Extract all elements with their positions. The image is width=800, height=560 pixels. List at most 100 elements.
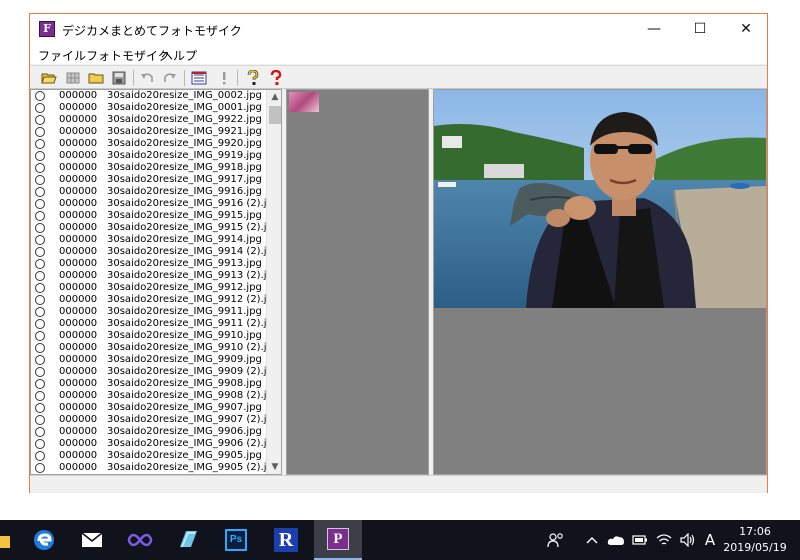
radio-button[interactable]: [35, 271, 45, 281]
radio-button[interactable]: [35, 259, 45, 269]
list-item[interactable]: 000000 30saido20resize_IMG_9908.jpg: [31, 378, 267, 390]
volume-icon[interactable]: [678, 520, 698, 560]
radio-button[interactable]: [35, 151, 45, 161]
radio-button[interactable]: [35, 367, 45, 377]
title-bar[interactable]: F デジカメまとめてフォトモザイク — ☐ ✕: [30, 14, 767, 44]
context-help-icon[interactable]: [267, 69, 285, 87]
infinity-app-icon[interactable]: [116, 520, 164, 560]
minimize-button[interactable]: —: [631, 14, 677, 44]
list-item[interactable]: 000000 30saido20resize_IMG_9914 (2).jpg: [31, 246, 267, 258]
wifi-icon[interactable]: [654, 520, 674, 560]
photoshop-app-icon[interactable]: Ps: [212, 520, 260, 560]
list-item[interactable]: 000000 30saido20resize_IMG_9920.jpg: [31, 138, 267, 150]
radio-button[interactable]: [35, 415, 45, 425]
notes-app-icon[interactable]: [164, 520, 212, 560]
radio-button[interactable]: [35, 103, 45, 113]
open-folder-icon[interactable]: [40, 69, 58, 87]
list-item[interactable]: 000000 30saido20resize_IMG_9910.jpg: [31, 330, 267, 342]
radio-button[interactable]: [35, 379, 45, 389]
list-item[interactable]: 000000 30saido20resize_IMG_9906 (2).jpg: [31, 438, 267, 450]
help-icon[interactable]: [244, 69, 262, 87]
list-item[interactable]: 000000 30saido20resize_IMG_9908 (2).jpg: [31, 390, 267, 402]
radio-button[interactable]: [35, 295, 45, 305]
radio-button[interactable]: [35, 115, 45, 125]
radio-button[interactable]: [35, 427, 45, 437]
radio-button[interactable]: [35, 199, 45, 209]
radio-button[interactable]: [35, 163, 45, 173]
folder-icon[interactable]: [87, 69, 105, 87]
save-icon[interactable]: [110, 69, 128, 87]
thumbnail-image[interactable]: [289, 92, 319, 112]
scroll-thumb[interactable]: [269, 106, 281, 124]
radio-button[interactable]: [35, 331, 45, 341]
radio-button[interactable]: [35, 451, 45, 461]
list-item[interactable]: 000000 30saido20resize_IMG_9911.jpg: [31, 306, 267, 318]
radio-button[interactable]: [35, 187, 45, 197]
list-item[interactable]: 000000 30saido20resize_IMG_9907 (2).jpg: [31, 414, 267, 426]
edge-app-icon[interactable]: [20, 520, 68, 560]
menu-photomosaic[interactable]: フォトモザイク: [86, 47, 170, 64]
radio-button[interactable]: [35, 91, 45, 101]
radio-button[interactable]: [35, 211, 45, 221]
radio-button[interactable]: [35, 463, 45, 473]
list-item[interactable]: 000000 30saido20resize_IMG_9907.jpg: [31, 402, 267, 414]
list-item[interactable]: 000000 30saido20resize_IMG_9916 (2).jpg: [31, 198, 267, 210]
list-item[interactable]: 000000 30saido20resize_IMG_9912 (2).jpg: [31, 294, 267, 306]
list-item[interactable]: 000000 30saido20resize_IMG_9919.jpg: [31, 150, 267, 162]
mail-app-icon[interactable]: [68, 520, 116, 560]
scroll-up-button[interactable]: ▲: [267, 90, 281, 104]
radio-button[interactable]: [35, 223, 45, 233]
vertical-scrollbar[interactable]: ▲ ▼: [266, 90, 281, 474]
chevron-up-icon[interactable]: [582, 520, 602, 560]
list-item[interactable]: 000000 30saido20resize_IMG_9914.jpg: [31, 234, 267, 246]
list-item[interactable]: 000000 30saido20resize_IMG_9910 (2).jpg: [31, 342, 267, 354]
list-item[interactable]: 000000 30saido20resize_IMG_0002.jpg: [31, 90, 267, 102]
list-item[interactable]: 000000 30saido20resize_IMG_9912.jpg: [31, 282, 267, 294]
close-button[interactable]: ✕: [723, 14, 769, 44]
menu-file[interactable]: ファイル: [38, 47, 86, 64]
radio-button[interactable]: [35, 319, 45, 329]
list-item[interactable]: 000000 30saido20resize_IMG_9909.jpg: [31, 354, 267, 366]
radio-button[interactable]: [35, 283, 45, 293]
radio-button[interactable]: [35, 355, 45, 365]
radio-button[interactable]: [35, 175, 45, 185]
list-item[interactable]: 000000 30saido20resize_IMG_9915.jpg: [31, 210, 267, 222]
list-item[interactable]: 000000 30saido20resize_IMG_9913 (2).jpg: [31, 270, 267, 282]
battery-icon[interactable]: [630, 520, 650, 560]
redo-icon[interactable]: [161, 69, 179, 87]
radio-button[interactable]: [35, 391, 45, 401]
list-item[interactable]: 000000 30saido20resize_IMG_9921.jpg: [31, 126, 267, 138]
radio-button[interactable]: [35, 307, 45, 317]
photomosaic-app-icon[interactable]: P: [314, 520, 362, 560]
onedrive-icon[interactable]: [606, 520, 626, 560]
radio-button[interactable]: [35, 127, 45, 137]
taskbar-clock[interactable]: 17:06 2019/05/19: [714, 524, 796, 556]
radio-button[interactable]: [35, 139, 45, 149]
list-item[interactable]: 000000 30saido20resize_IMG_0001.jpg: [31, 102, 267, 114]
menu-help[interactable]: ヘルプ: [161, 47, 197, 64]
r-app-icon[interactable]: R: [262, 520, 310, 560]
list-item[interactable]: 000000 30saido20resize_IMG_9913.jpg: [31, 258, 267, 270]
radio-button[interactable]: [35, 403, 45, 413]
scroll-down-button[interactable]: ▼: [267, 460, 281, 474]
maximize-button[interactable]: ☐: [677, 14, 723, 44]
list-item[interactable]: 000000 30saido20resize_IMG_9905.jpg: [31, 450, 267, 462]
list-item[interactable]: 000000 30saido20resize_IMG_9918.jpg: [31, 162, 267, 174]
people-icon[interactable]: [544, 520, 568, 560]
list-item[interactable]: 000000 30saido20resize_IMG_9905 (2).jpg: [31, 462, 267, 474]
radio-button[interactable]: [35, 247, 45, 257]
radio-button[interactable]: [35, 439, 45, 449]
file-list[interactable]: 000000 30saido20resize_IMG_0002.jpg 000000…: [30, 89, 282, 475]
list-item[interactable]: 000000 30saido20resize_IMG_9906.jpg: [31, 426, 267, 438]
list-item[interactable]: 000000 30saido20resize_IMG_9915 (2).jpg: [31, 222, 267, 234]
list-item[interactable]: 000000 30saido20resize_IMG_9917.jpg: [31, 174, 267, 186]
radio-button[interactable]: [35, 343, 45, 353]
list-view-icon[interactable]: [190, 69, 208, 87]
grid-icon[interactable]: [64, 69, 82, 87]
radio-button[interactable]: [35, 235, 45, 245]
exclamation-icon[interactable]: [215, 69, 233, 87]
list-item[interactable]: 000000 30saido20resize_IMG_9911 (2).jpg: [31, 318, 267, 330]
list-item[interactable]: 000000 30saido20resize_IMG_9922.jpg: [31, 114, 267, 126]
undo-icon[interactable]: [138, 69, 156, 87]
list-item[interactable]: 000000 30saido20resize_IMG_9916.jpg: [31, 186, 267, 198]
